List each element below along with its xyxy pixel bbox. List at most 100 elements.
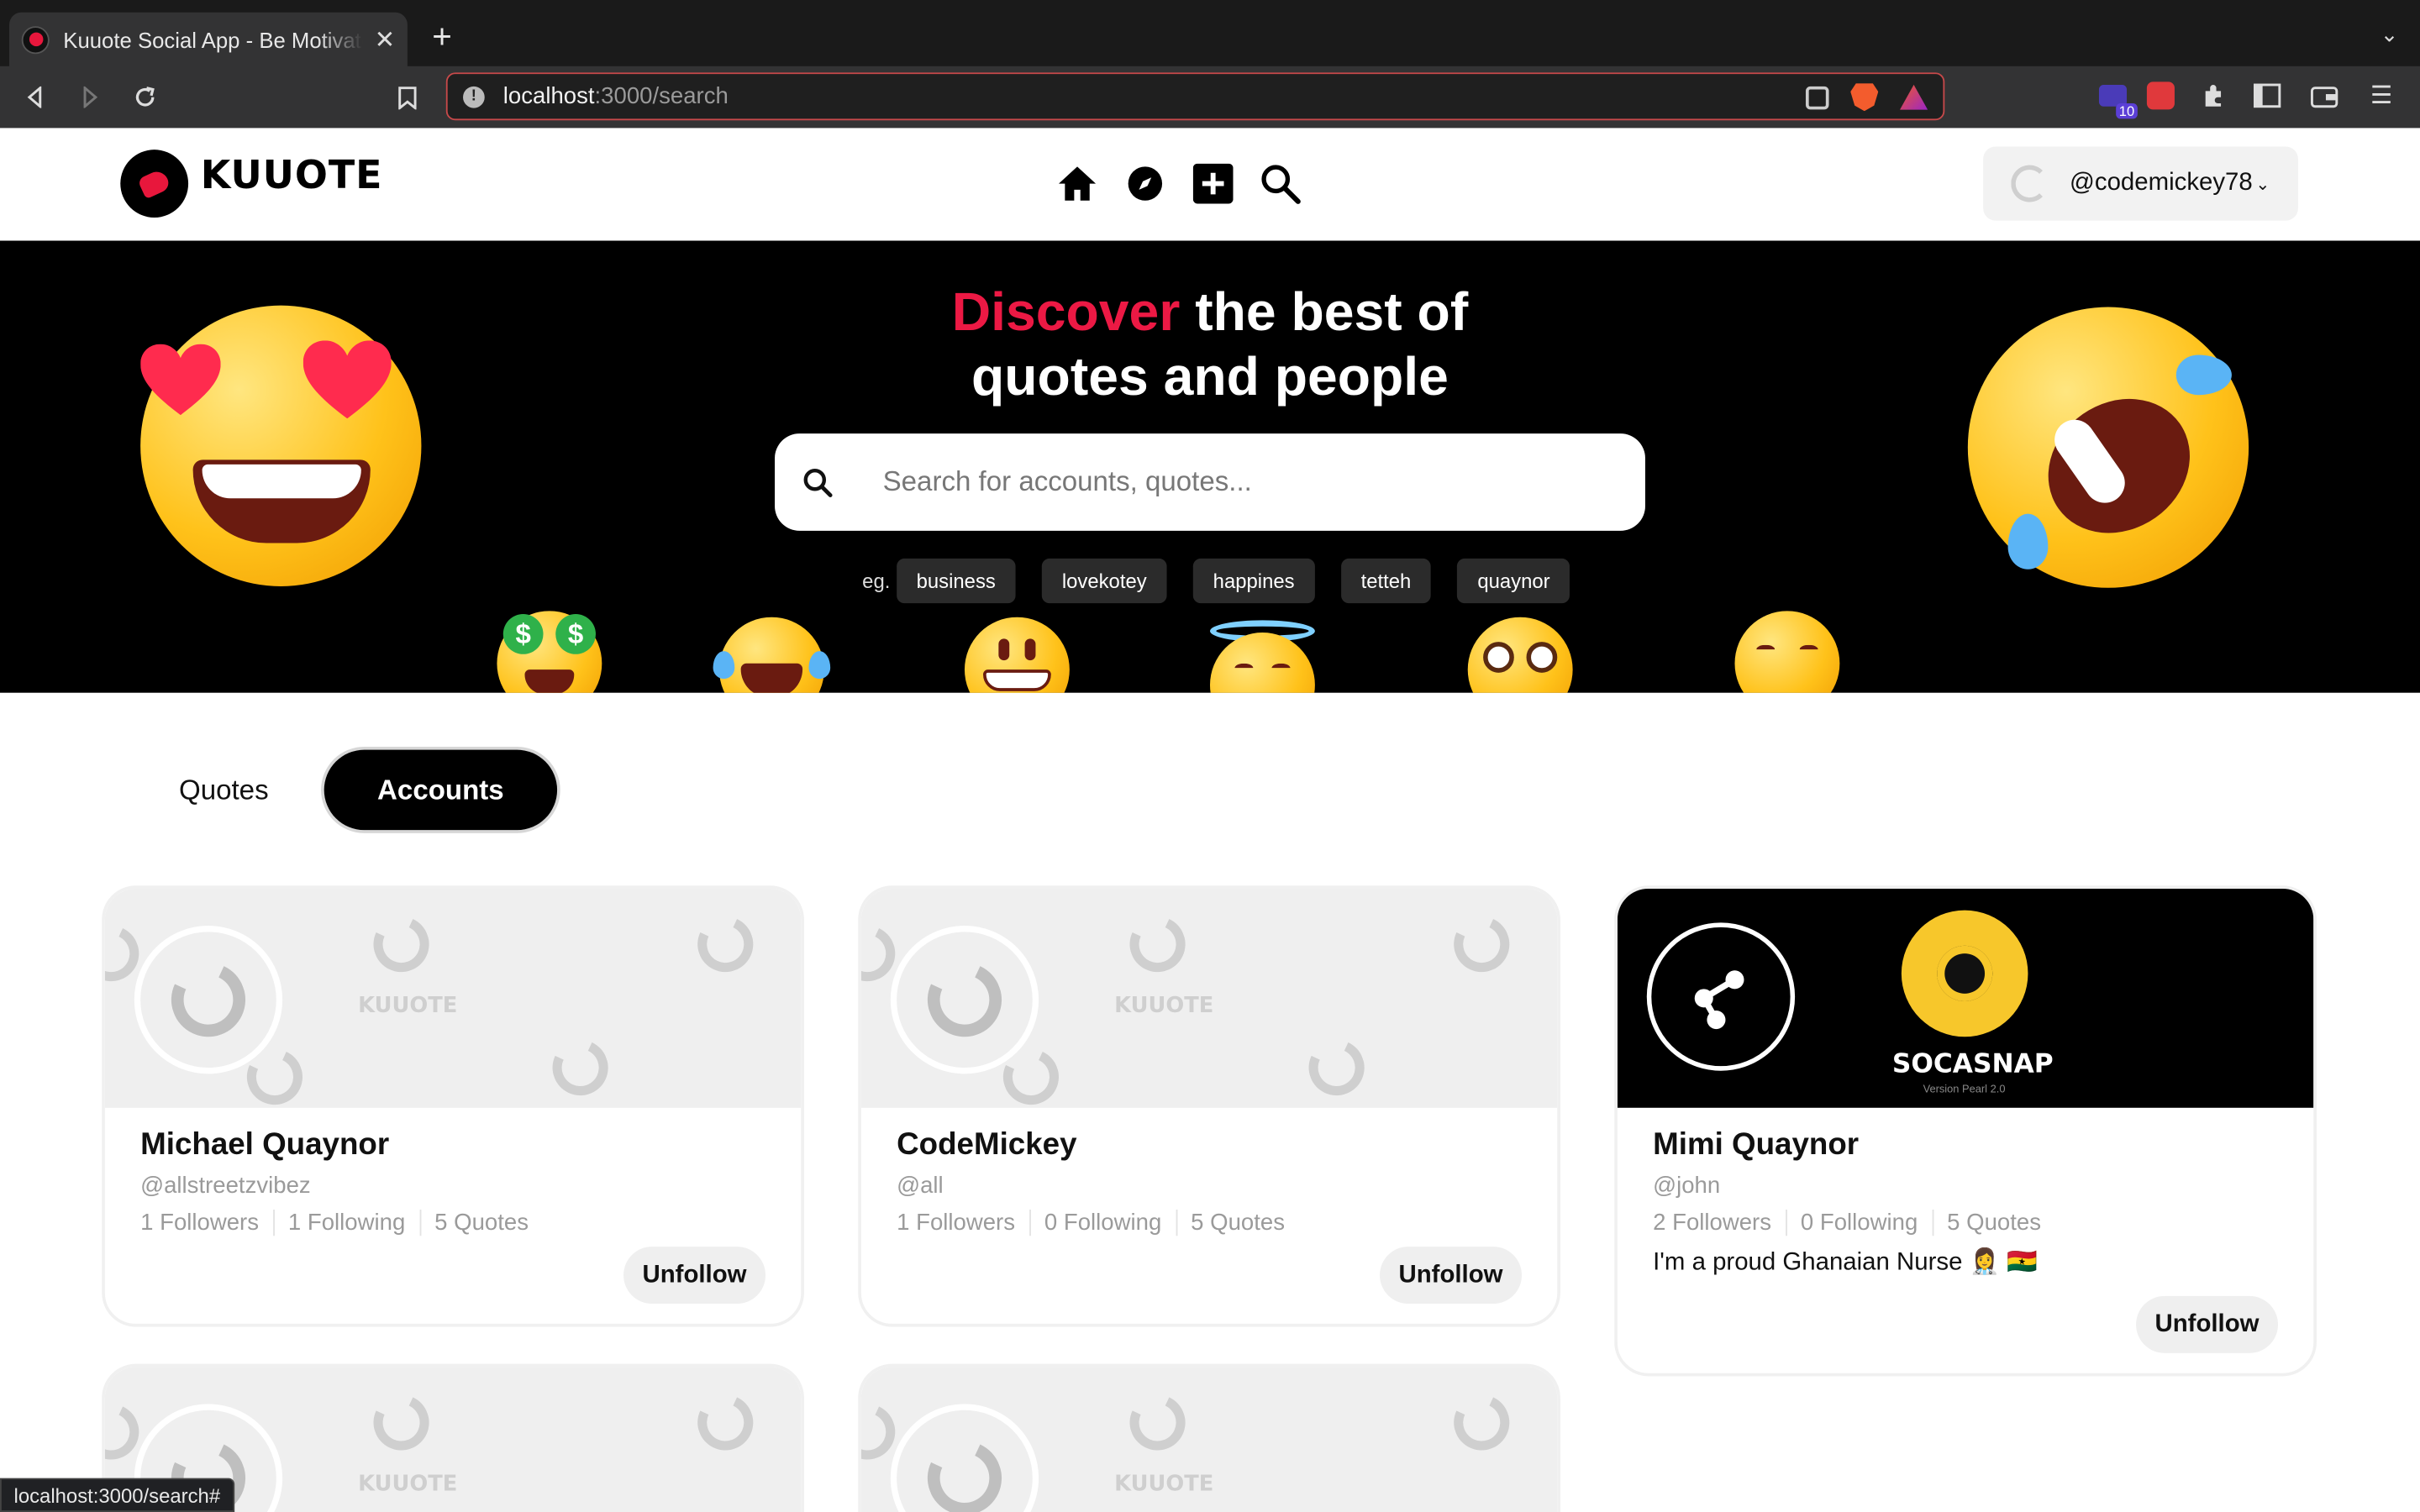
unfollow-button[interactable]: Unfollow (1380, 1247, 1523, 1305)
browser-tab[interactable]: Kuuote Social App - Be Motivated ✕ (9, 12, 408, 66)
pattern-logo-icon (689, 1387, 761, 1458)
address-bar[interactable]: ! localhost:3000/search (445, 72, 1945, 121)
back-button[interactable] (18, 81, 52, 114)
pattern-word: KUUOTE (358, 1472, 458, 1497)
tab-list-chevron-icon[interactable]: ⌄ (2381, 22, 2399, 48)
avatar[interactable] (890, 1404, 1039, 1512)
eg-label: eg. (862, 569, 891, 593)
smiling-emoji-icon (1734, 611, 1840, 693)
pattern-logo-icon (1445, 1387, 1518, 1458)
reload-button[interactable] (128, 81, 161, 114)
sidebar-toggle-icon[interactable] (2250, 79, 2284, 113)
unfollow-button[interactable]: Unfollow (2136, 1295, 2279, 1353)
account-handle: @john (1653, 1172, 1721, 1200)
tab-accounts[interactable]: Accounts (324, 749, 558, 831)
hero-title-line2: quotes and people (971, 347, 1449, 407)
account-cover: KUUOTE (860, 1367, 1558, 1512)
brave-rewards-icon[interactable] (1900, 84, 1928, 110)
avatar[interactable] (1646, 922, 1796, 1071)
suggestion-chip[interactable]: business (896, 558, 1016, 604)
account-name[interactable]: Mimi Quaynor (1653, 1128, 2278, 1163)
avatar[interactable] (890, 926, 1039, 1074)
create-plus-icon[interactable] (1192, 162, 1234, 204)
tears-of-joy-emoji-icon (713, 617, 831, 693)
money-mouth-emoji-icon: $ $ (497, 611, 602, 693)
puzzle-icon (2205, 85, 2222, 107)
following-count: 1 Following (272, 1210, 419, 1236)
pattern-logo-icon (544, 1032, 616, 1104)
pattern-word: KUUOTE (358, 993, 458, 1019)
extensions-icon[interactable] (2196, 79, 2230, 113)
pattern-logo-icon (1122, 908, 1193, 980)
socasnap-logo-icon (1901, 910, 2028, 1037)
account-name[interactable]: CodeMickey (897, 1128, 1522, 1163)
account-cover: KUUOTE (104, 888, 802, 1108)
forward-button[interactable] (72, 81, 106, 114)
account-stats: 2 Followers 0 Following 5 Quotes (1653, 1210, 2278, 1236)
pattern-logo-icon (1445, 908, 1518, 980)
account-name[interactable]: Michael Quaynor (140, 1128, 765, 1163)
pleading-emoji-icon (1467, 617, 1573, 693)
logo-text[interactable]: KUUOTE (201, 153, 383, 197)
socasnap-word: SOCASNAP (1891, 1048, 2054, 1080)
followers-count: 1 Followers (140, 1210, 260, 1236)
pattern-word: KUUOTE (1114, 1472, 1214, 1497)
wallet-shape-icon (2310, 86, 2338, 108)
wallet-icon[interactable] (2307, 79, 2341, 113)
suggestion-chip[interactable]: quaynor (1457, 558, 1570, 604)
suggestion-chip[interactable]: tetteh (1340, 558, 1432, 604)
share-nodes-icon (1694, 970, 1744, 1030)
hero-title-accent: Discover (951, 282, 1181, 343)
discover-hero: Discover the best of quotes and people e… (0, 240, 2420, 693)
home-icon[interactable] (1055, 162, 1097, 204)
qr-code-icon[interactable] (1805, 85, 1829, 109)
kuuote-favicon-icon (21, 25, 50, 54)
extension-red-icon[interactable] (2144, 79, 2177, 113)
pattern-word: KUUOTE (1114, 993, 1214, 1019)
account-stats: 1 Followers 1 Following 5 Quotes (140, 1210, 765, 1236)
followers-count: 2 Followers (1653, 1210, 1772, 1236)
chevron-down-icon: ⌄ (2255, 175, 2270, 194)
account-card[interactable]: KUUOTE Michael Quaynor @allstreetzvibez … (102, 885, 804, 1327)
search-suggestions: eg. business lovekotey happines tetteh q… (0, 558, 2420, 604)
search-icon[interactable] (1260, 162, 1302, 204)
close-tab-icon[interactable]: ✕ (375, 24, 396, 55)
explore-compass-icon[interactable] (1123, 162, 1165, 204)
browser-status-url: localhost:3000/search# (0, 1478, 234, 1512)
tab-quotes[interactable]: Quotes (155, 750, 293, 831)
unfollow-button[interactable]: Unfollow (623, 1247, 766, 1305)
smiling-halo-emoji-icon (1210, 633, 1315, 693)
browser-menu-icon[interactable]: ☰ (2365, 79, 2398, 113)
hero-search-box (775, 433, 1645, 531)
bookmark-button[interactable] (391, 81, 424, 114)
socasnap-version: Version Pearl 2.0 (1923, 1084, 2006, 1096)
app-header: KUUOTE @codemickey78 ⌄ (0, 128, 2420, 241)
site-info-icon[interactable]: ! (463, 85, 485, 108)
account-card[interactable]: SOCASNAP Version Pearl 2.0 Mimi Quaynor … (1614, 885, 2317, 1377)
hero-title: Discover the best of quotes and people (0, 281, 2420, 410)
quotes-count: 5 Quotes (418, 1210, 543, 1236)
account-handle: @all (897, 1172, 944, 1200)
browser-toolbar: ! localhost:3000/search 10 ☰ (0, 66, 2420, 129)
user-handle: @codemickey78 (2070, 170, 2253, 197)
extension-puzzle-badge-icon[interactable]: 10 (2096, 79, 2138, 119)
kuuote-logo-icon[interactable] (120, 150, 189, 218)
avatar[interactable] (134, 926, 283, 1074)
suggestion-chip[interactable]: happines (1192, 558, 1315, 604)
grinning-emoji-icon (964, 617, 1070, 693)
bookmark-icon (398, 86, 417, 109)
account-card[interactable]: KUUOTE CodeMickey @all 1 Followers 0 Fol… (858, 885, 1560, 1327)
pattern-logo-icon (366, 908, 437, 980)
account-card[interactable]: KUUOTE (858, 1363, 1560, 1512)
user-menu-button[interactable]: @codemickey78 ⌄ (1983, 146, 2298, 221)
account-bio: I'm a proud Ghanaian Nurse 👩‍⚕️ 🇬🇭 (1653, 1249, 2038, 1276)
brave-shields-icon[interactable] (1850, 83, 1879, 112)
search-input[interactable] (882, 465, 1593, 499)
forward-arrow-icon (83, 86, 98, 108)
new-tab-button[interactable]: + (432, 19, 452, 54)
extension-badge: 10 (2116, 103, 2138, 119)
account-cover: KUUOTE (860, 888, 1558, 1108)
quotes-count: 5 Quotes (1931, 1210, 2055, 1236)
pattern-logo-icon (1122, 1387, 1193, 1458)
suggestion-chip[interactable]: lovekotey (1041, 558, 1167, 604)
